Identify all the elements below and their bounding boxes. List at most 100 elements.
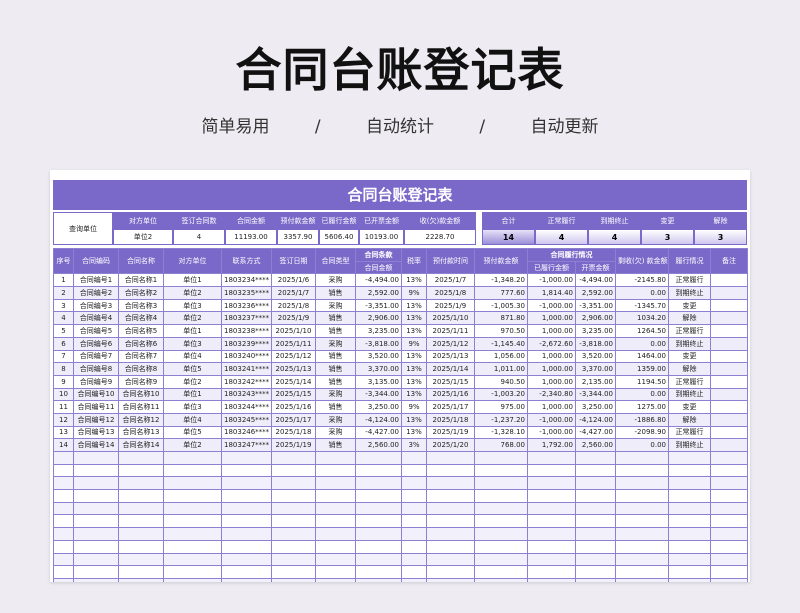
table-cell[interactable]: 合同编号5 <box>73 324 119 338</box>
table-cell[interactable]: 合同名称9 <box>118 374 164 389</box>
empty-cell[interactable] <box>527 565 576 579</box>
empty-cell[interactable] <box>710 514 748 529</box>
table-cell[interactable]: 13% <box>401 324 427 338</box>
table-cell[interactable]: -3,351.00 <box>575 298 616 313</box>
table-cell[interactable]: 销售 <box>315 438 356 452</box>
empty-cell[interactable] <box>163 539 222 554</box>
empty-cell[interactable] <box>221 451 272 465</box>
table-cell[interactable]: 2025/1/8 <box>426 286 475 300</box>
empty-cell[interactable] <box>527 501 576 516</box>
empty-cell[interactable] <box>668 451 711 465</box>
empty-cell[interactable] <box>401 514 427 529</box>
table-cell[interactable] <box>710 286 748 300</box>
table-cell[interactable]: 变更 <box>668 400 711 414</box>
empty-cell[interactable] <box>163 501 222 516</box>
table-cell[interactable]: 2025/1/6 <box>271 273 316 288</box>
table-cell[interactable]: 1803238**** <box>221 324 272 338</box>
table-cell[interactable]: 1264.50 <box>615 324 669 338</box>
table-cell[interactable] <box>710 362 748 376</box>
empty-cell[interactable] <box>355 501 402 516</box>
empty-cell[interactable] <box>118 527 164 541</box>
empty-cell[interactable] <box>53 501 74 516</box>
empty-cell[interactable] <box>615 489 669 503</box>
empty-cell[interactable] <box>315 514 356 529</box>
empty-cell[interactable] <box>615 565 669 579</box>
table-cell[interactable]: 合同编号13 <box>73 425 119 440</box>
table-cell[interactable]: 单位2 <box>163 311 222 326</box>
table-cell[interactable]: 1,000.00 <box>527 362 576 376</box>
table-cell[interactable]: 单位2 <box>163 286 222 300</box>
empty-cell[interactable] <box>426 451 475 465</box>
table-cell[interactable]: 2025/1/8 <box>271 298 316 313</box>
empty-cell[interactable] <box>426 489 475 503</box>
table-cell[interactable]: 2025/1/19 <box>426 425 475 440</box>
empty-cell[interactable] <box>615 476 669 491</box>
table-cell[interactable]: 2025/1/17 <box>271 412 316 427</box>
table-cell[interactable]: 2025/1/7 <box>426 273 475 288</box>
table-cell[interactable]: 到期终止 <box>668 336 711 351</box>
empty-cell[interactable] <box>315 565 356 579</box>
table-cell[interactable]: 2,135.00 <box>575 374 616 389</box>
table-cell[interactable]: 正常履行 <box>668 324 711 338</box>
empty-cell[interactable] <box>118 451 164 465</box>
empty-cell[interactable] <box>163 489 222 503</box>
table-cell[interactable]: 3,520.00 <box>575 349 616 364</box>
table-cell[interactable]: 1194.50 <box>615 374 669 389</box>
empty-cell[interactable] <box>355 552 402 567</box>
table-cell[interactable]: 2,592.00 <box>575 286 616 300</box>
empty-cell[interactable] <box>668 552 711 567</box>
table-cell[interactable]: 解除 <box>668 311 711 326</box>
empty-cell[interactable] <box>401 565 427 579</box>
table-cell[interactable]: 采购 <box>315 273 356 288</box>
table-cell[interactable]: 销售 <box>315 400 356 414</box>
table-cell[interactable]: 2025/1/18 <box>271 425 316 440</box>
empty-cell[interactable] <box>575 527 616 541</box>
table-cell[interactable]: 合同编号8 <box>73 362 119 376</box>
empty-cell[interactable] <box>355 577 402 582</box>
empty-cell[interactable] <box>163 451 222 465</box>
empty-cell[interactable] <box>527 476 576 491</box>
table-cell[interactable]: 1803234**** <box>221 273 272 288</box>
table-cell[interactable]: 11 <box>53 400 74 414</box>
empty-cell[interactable] <box>575 501 616 516</box>
empty-cell[interactable] <box>474 565 528 579</box>
empty-cell[interactable] <box>527 552 576 567</box>
table-cell[interactable]: 采购 <box>315 387 356 402</box>
empty-cell[interactable] <box>53 577 74 582</box>
table-cell[interactable]: 1803244**** <box>221 400 272 414</box>
empty-cell[interactable] <box>53 476 74 491</box>
table-cell[interactable]: 0.00 <box>615 286 669 300</box>
empty-cell[interactable] <box>53 489 74 503</box>
table-cell[interactable]: 2025/1/15 <box>271 387 316 402</box>
table-cell[interactable]: -1,328.10 <box>474 425 528 440</box>
table-cell[interactable]: 合同名称11 <box>118 400 164 414</box>
table-cell[interactable]: 8 <box>53 362 74 376</box>
table-cell[interactable]: -1,000.00 <box>527 273 576 288</box>
empty-cell[interactable] <box>575 565 616 579</box>
table-cell[interactable]: -4,124.00 <box>575 412 616 427</box>
empty-cell[interactable] <box>474 489 528 503</box>
table-cell[interactable]: 合同名称4 <box>118 311 164 326</box>
empty-cell[interactable] <box>355 463 402 478</box>
empty-cell[interactable] <box>668 539 711 554</box>
table-cell[interactable]: 2025/1/9 <box>426 298 475 313</box>
table-cell[interactable]: 2025/1/17 <box>426 400 475 414</box>
empty-cell[interactable] <box>163 565 222 579</box>
empty-cell[interactable] <box>73 501 119 516</box>
table-cell[interactable]: 1359.00 <box>615 362 669 376</box>
table-cell[interactable]: -1345.70 <box>615 298 669 313</box>
table-cell[interactable]: 12 <box>53 412 74 427</box>
empty-cell[interactable] <box>710 565 748 579</box>
empty-cell[interactable] <box>271 451 316 465</box>
empty-cell[interactable] <box>615 539 669 554</box>
table-cell[interactable]: -3,818.00 <box>575 336 616 351</box>
empty-cell[interactable] <box>315 527 356 541</box>
table-cell[interactable]: 合同编号2 <box>73 286 119 300</box>
table-cell[interactable]: 3,235.00 <box>575 324 616 338</box>
empty-cell[interactable] <box>53 527 74 541</box>
table-cell[interactable]: 合同编号1 <box>73 273 119 288</box>
empty-cell[interactable] <box>355 489 402 503</box>
empty-cell[interactable] <box>271 552 316 567</box>
empty-cell[interactable] <box>73 463 119 478</box>
table-cell[interactable]: 2025/1/11 <box>271 336 316 351</box>
